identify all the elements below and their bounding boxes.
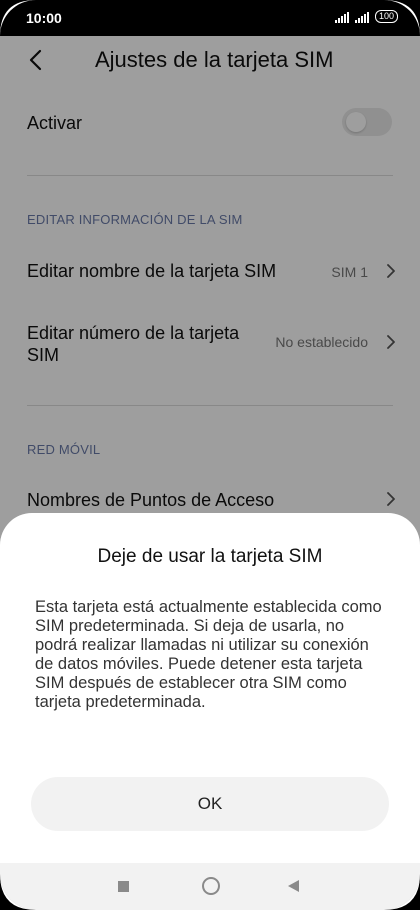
ok-button[interactable]: OK xyxy=(31,777,389,831)
signal-icon-2 xyxy=(354,11,369,23)
home-icon[interactable] xyxy=(202,877,220,895)
camera-notch xyxy=(170,0,250,34)
phone: 10:00 100 Ajustes de la tarjeta SIM Acti… xyxy=(0,0,420,910)
recents-icon[interactable] xyxy=(118,881,129,892)
screen: 10:00 100 Ajustes de la tarjeta SIM Acti… xyxy=(0,0,420,910)
status-icons: 100 xyxy=(334,10,398,23)
dialog-message: Esta tarjeta está actualmente establecid… xyxy=(35,598,382,711)
dialog-title: Deje de usar la tarjeta SIM xyxy=(97,546,323,567)
dialog-sheet: Deje de usar la tarjeta SIM Esta tarjeta… xyxy=(0,513,420,863)
signal-icon xyxy=(334,11,349,23)
battery-icon: 100 xyxy=(374,10,398,23)
back-icon[interactable] xyxy=(288,880,299,892)
navigation-bar xyxy=(0,863,420,910)
status-bar: 10:00 100 xyxy=(0,0,420,36)
status-time: 10:00 xyxy=(26,10,62,26)
